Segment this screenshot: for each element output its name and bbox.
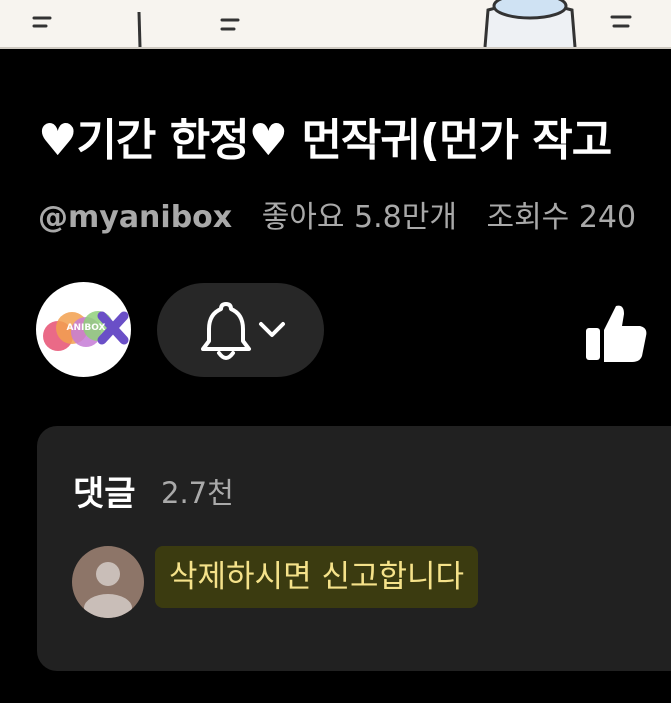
chevron-down-icon: [259, 322, 285, 337]
anibox-logo: ANIBOX: [43, 311, 129, 351]
video-meta: @myanibox 좋아요 5.8만개 조회수 240: [38, 192, 636, 236]
channel-avatar[interactable]: ANIBOX: [36, 282, 131, 377]
comments-title: 댓글: [73, 474, 136, 514]
bell-icon: [201, 302, 251, 360]
channel-handle[interactable]: @myanibox: [38, 200, 232, 235]
likes-count: 좋아요 5.8만개: [261, 200, 457, 235]
comments-section[interactable]: 댓글 2.7천 삭제하시면 신고합니다: [37, 426, 671, 671]
video-player-thumbnail[interactable]: [0, 0, 671, 49]
logo-text: ANIBOX: [67, 323, 106, 333]
thumbs-up-icon: [586, 305, 647, 362]
notification-button[interactable]: [157, 283, 324, 377]
default-user-icon: [84, 562, 132, 618]
comments-count: 2.7천: [161, 476, 234, 510]
video-frame-illustration: [32, 0, 632, 47]
views-count: 조회수 240: [486, 200, 637, 235]
video-title[interactable]: ♥기간 한정♥ 먼작귀(먼가 작고: [38, 104, 612, 168]
top-comment-text: 삭제하시면 신고합니다: [155, 546, 479, 608]
commenter-avatar[interactable]: [72, 546, 144, 618]
like-button[interactable]: [580, 300, 650, 366]
